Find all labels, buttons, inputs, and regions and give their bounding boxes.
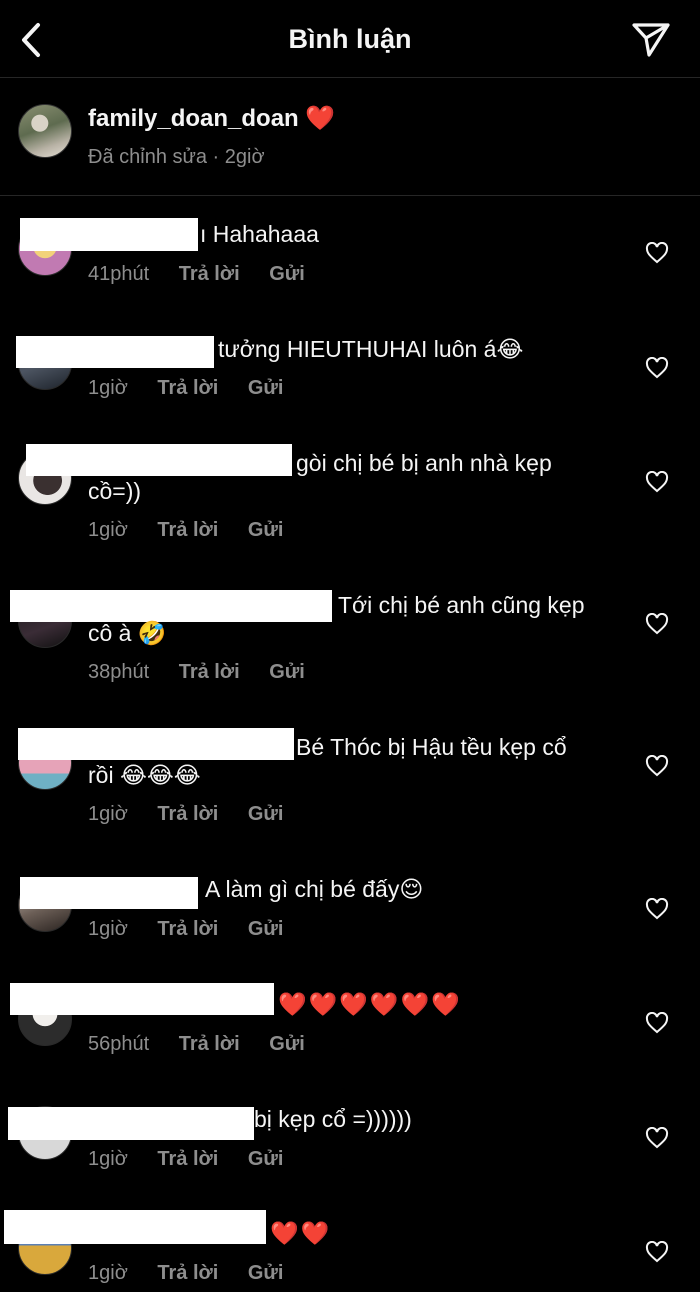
back-button[interactable] — [14, 22, 48, 58]
post-caption — [0, 79, 700, 196]
comment-time: 1giờ — [88, 803, 128, 825]
redacted-username — [16, 336, 214, 368]
comment-meta: 1giờ Trả lời Gửi — [88, 803, 283, 826]
comment-meta: 1giờ Trả lời Gửi — [88, 519, 283, 542]
redacted-username — [4, 1210, 266, 1244]
comment-meta: 56phút Trả lời Gửi — [88, 1033, 305, 1056]
comment-meta: 1giờ Trả lời Gửi — [88, 1262, 283, 1285]
comment-text: Tới chị bé anh cũng kẹp cô à 🤣 — [88, 592, 585, 646]
redacted-username — [8, 1107, 254, 1140]
heart-outline-icon[interactable] — [645, 357, 669, 379]
redacted-username — [20, 877, 198, 909]
heart-outline-icon[interactable] — [645, 755, 669, 777]
comment-time: 1giờ — [88, 1262, 128, 1284]
heart-outline-icon[interactable] — [645, 242, 669, 264]
send-button[interactable]: Gửi — [248, 377, 284, 399]
caption-text: ❤️ — [305, 105, 336, 132]
share-button[interactable] — [630, 20, 672, 60]
redacted-username — [20, 218, 198, 251]
comment-time: 1giờ — [88, 519, 128, 541]
chevron-left-icon — [22, 23, 40, 57]
comment-text: gòi chị bé bị anh nhà kẹp cồ=)) — [88, 450, 552, 504]
caption-username[interactable]: family_doan_doan — [88, 105, 299, 132]
send-button[interactable]: Gửi — [269, 263, 305, 285]
reply-button[interactable]: Trả lời — [179, 661, 240, 683]
caption-username-line: family_doan_doan ❤️ — [88, 104, 335, 133]
reply-button[interactable]: Trả lời — [179, 263, 240, 285]
heart-outline-icon[interactable] — [645, 1127, 669, 1149]
comment-text: ❤️❤️❤️❤️❤️❤️ — [278, 991, 462, 1017]
reply-button[interactable]: Trả lời — [179, 1033, 240, 1055]
reply-button[interactable]: Trả lời — [157, 377, 218, 399]
comment-text: tưởng HIEUTHUHAI luôn á😂 — [218, 336, 524, 362]
reply-button[interactable]: Trả lời — [157, 1148, 218, 1170]
comment-text: ı Hahahaaa — [200, 221, 319, 247]
comment-meta: 41phút Trả lời Gửi — [88, 263, 305, 286]
comment-meta: 1giờ Trả lời Gửi — [88, 377, 283, 400]
send-button[interactable]: Gửi — [269, 661, 305, 683]
caption-meta: Đã chỉnh sửa · 2giờ — [88, 146, 265, 168]
reply-button[interactable]: Trả lời — [157, 1262, 218, 1284]
comment-time: 38phút — [88, 661, 150, 683]
comment-meta: 38phút Trả lời Gửi — [88, 661, 305, 684]
send-button[interactable]: Gửi — [248, 1262, 284, 1284]
avatar[interactable] — [18, 104, 72, 158]
send-button[interactable]: Gửi — [269, 1033, 305, 1055]
comment-time: 1giờ — [88, 377, 128, 399]
heart-outline-icon[interactable] — [645, 613, 669, 635]
reply-button[interactable]: Trả lời — [157, 918, 218, 940]
comment-meta: 1giờ Trả lời Gửi — [88, 918, 283, 941]
comment-meta: 1giờ Trả lời Gửi — [88, 1148, 283, 1171]
redacted-username — [10, 983, 274, 1015]
reply-button[interactable]: Trả lời — [157, 803, 218, 825]
send-button[interactable]: Gửi — [248, 519, 284, 541]
comment-time: 1giờ — [88, 918, 128, 940]
heart-outline-icon[interactable] — [645, 471, 669, 493]
comment-text: bị kẹp cổ =)))))) — [254, 1106, 412, 1132]
heart-outline-icon[interactable] — [645, 1012, 669, 1034]
comment-time: 41phút — [88, 263, 150, 285]
paper-plane-icon — [632, 23, 670, 57]
send-button[interactable]: Gửi — [248, 918, 284, 940]
send-button[interactable]: Gửi — [248, 1148, 284, 1170]
send-button[interactable]: Gửi — [248, 803, 284, 825]
comment-time: 1giờ — [88, 1148, 128, 1170]
comment-time: 56phút — [88, 1033, 150, 1055]
heart-outline-icon[interactable] — [645, 898, 669, 920]
reply-button[interactable]: Trả lời — [157, 519, 218, 541]
comment-text: ❤️❤️ — [270, 1220, 332, 1246]
top-bar: Bình luận — [0, 0, 700, 78]
heart-outline-icon[interactable] — [645, 1241, 669, 1263]
comment-text: Bé Thóc bị Hậu tều kẹp cổ rồi 😂😂😂 — [88, 734, 567, 788]
comment-text: A làm gì chị bé đấy😌 — [205, 876, 424, 902]
page-title: Bình luận — [288, 24, 412, 54]
